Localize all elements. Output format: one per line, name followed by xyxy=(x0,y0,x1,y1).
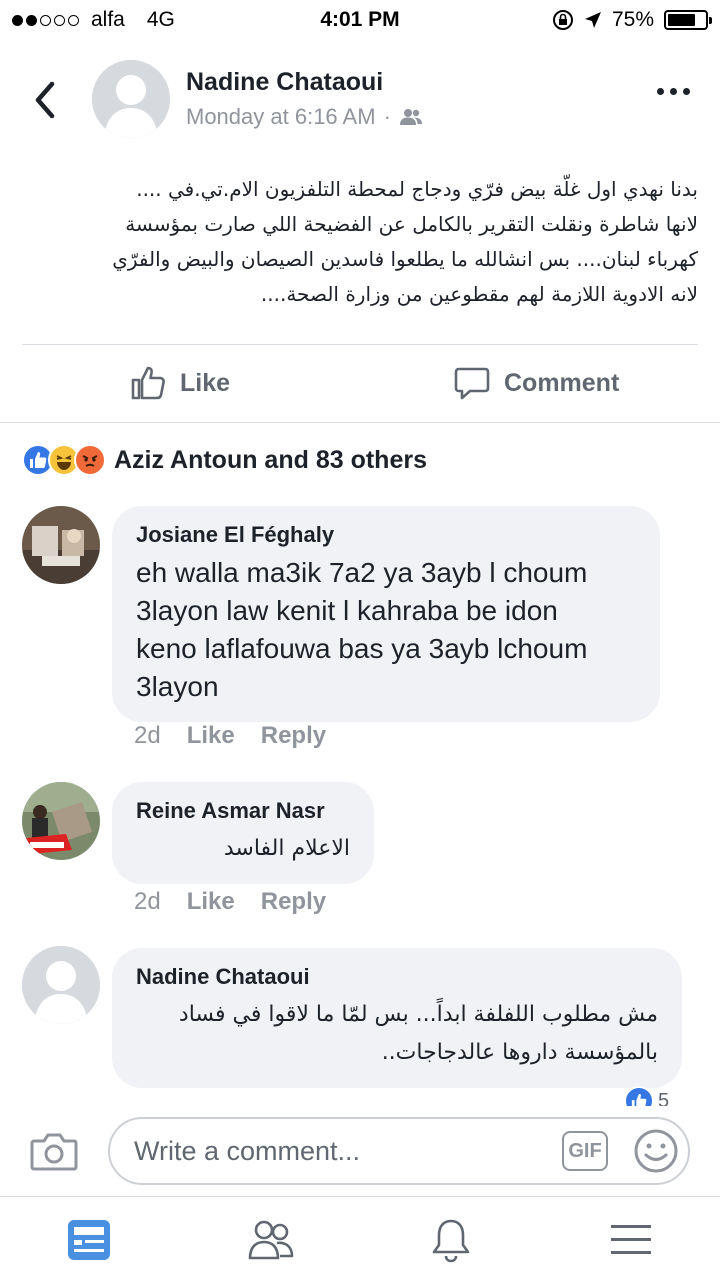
comment-line: 3layon law kenit l kahraba be idon xyxy=(136,595,558,626)
reactions-summary[interactable]: Aziz Antoun and 83 others xyxy=(22,444,427,476)
reactions-text: Aziz Antoun and 83 others xyxy=(114,445,427,474)
comment-line: بالمؤسسة داروها عالدجاجات.. xyxy=(381,1040,658,1065)
comment-bubble[interactable]: Nadine Chataoui مش مطلوب اللفلفة ابداً..… xyxy=(112,948,682,1088)
battery-percent: 75% xyxy=(611,8,654,31)
like-label: Like xyxy=(180,368,231,397)
orientation-lock-icon xyxy=(552,10,573,30)
commenter-avatar[interactable] xyxy=(22,946,100,1024)
default-avatar-icon xyxy=(92,60,170,138)
camera-icon[interactable] xyxy=(30,1132,78,1172)
comment-label: Comment xyxy=(504,368,620,397)
tab-news-feed[interactable] xyxy=(64,1215,114,1265)
commenter-name[interactable]: Josiane El Féghaly xyxy=(136,522,636,548)
tab-notifications[interactable] xyxy=(426,1215,476,1265)
author-avatar[interactable] xyxy=(92,60,170,138)
gif-button[interactable]: GIF xyxy=(562,1131,608,1171)
post-header: Nadine Chataoui Monday at 6:16 AM · xyxy=(0,60,720,140)
comment-input-wrapper: GIF xyxy=(108,1117,690,1185)
comment-input[interactable] xyxy=(134,1133,554,1169)
comment-meta: 2d Like Reply xyxy=(134,888,326,916)
thumbs-up-icon xyxy=(131,366,165,400)
divider xyxy=(0,422,720,423)
more-options-icon[interactable] xyxy=(657,88,690,95)
sticker-icon[interactable] xyxy=(632,1127,680,1175)
comment-text: الاعلام الفاسد xyxy=(136,830,350,868)
status-bar: alfa 4G 4:01 PM 75% xyxy=(0,0,720,40)
comment-reply-link[interactable]: Reply xyxy=(261,888,326,916)
post-actions: Like Comment xyxy=(0,345,720,423)
commenter-avatar[interactable] xyxy=(22,506,100,584)
post-line: لانه الادوية اللازمة لهم مقطوعين من وزار… xyxy=(260,282,698,306)
comment-line: eh walla ma3ik 7a2 ya 3ayb l choum xyxy=(136,557,588,588)
profile-photo xyxy=(22,506,100,584)
profile-photo xyxy=(22,782,100,860)
comment-bubble[interactable]: Reine Asmar Nasr الاعلام الفاسد xyxy=(112,782,374,884)
back-arrow-icon[interactable] xyxy=(28,78,62,122)
comment-text: مش مطلوب اللفلفة ابداً... بس لمّا ما لاق… xyxy=(136,996,658,1072)
comment-line: 3layon xyxy=(136,671,219,702)
news-feed-icon xyxy=(68,1220,110,1260)
post-meta: Monday at 6:16 AM · xyxy=(186,104,423,130)
comment-like-link[interactable]: Like xyxy=(187,888,235,916)
post-line: لانها شاطرة ونقلت التقرير بالكامل عن الف… xyxy=(125,212,698,236)
status-right: 75% xyxy=(552,8,712,32)
tab-friends[interactable] xyxy=(246,1215,296,1265)
post-line: بدنا نهدي اول غلّة بيض فرّي ودجاج لمحطة … xyxy=(136,177,698,201)
post-author-name[interactable]: Nadine Chataoui xyxy=(186,68,383,97)
friends-tab-icon xyxy=(248,1220,294,1260)
comment-reply-link[interactable]: Reply xyxy=(261,722,326,750)
location-arrow-icon xyxy=(584,12,601,28)
post-line: كهرباء لبنان.... بس انشالله ما يطلعوا فا… xyxy=(112,247,698,271)
meta-separator: · xyxy=(383,104,391,129)
bottom-tab-bar xyxy=(0,1197,720,1280)
like-button[interactable]: Like xyxy=(130,365,230,401)
menu-icon xyxy=(611,1225,651,1254)
comment-text: eh walla ma3ik 7a2 ya 3ayb l choum 3layo… xyxy=(136,554,636,706)
commenter-avatar[interactable] xyxy=(22,782,100,860)
tab-menu[interactable] xyxy=(606,1215,656,1265)
comment-line: keno laflafouwa bas ya 3ayb lchoum xyxy=(136,633,588,664)
comment-composer: GIF xyxy=(0,1106,720,1196)
comment-time: 2d xyxy=(134,888,161,915)
comment-bubble[interactable]: Josiane El Féghaly eh walla ma3ik 7a2 ya… xyxy=(112,506,660,722)
friends-icon xyxy=(399,109,422,125)
notifications-icon xyxy=(432,1219,470,1263)
comment-meta: 2d Like Reply xyxy=(134,722,326,750)
comment-button[interactable]: Comment xyxy=(454,365,619,401)
commenter-name[interactable]: Nadine Chataoui xyxy=(136,964,658,990)
comment-time: 2d xyxy=(134,722,161,749)
commenter-name[interactable]: Reine Asmar Nasr xyxy=(136,798,350,824)
post-body: بدنا نهدي اول غلّة بيض فرّي ودجاج لمحطة … xyxy=(22,172,698,312)
angry-reaction-icon xyxy=(74,444,106,476)
comment-line: الاعلام الفاسد xyxy=(223,836,350,861)
default-avatar-icon xyxy=(22,946,100,1024)
battery-icon xyxy=(664,10,712,30)
comment-bubble-icon xyxy=(454,367,490,400)
comment-line: مش مطلوب اللفلفة ابداً... بس لمّا ما لاق… xyxy=(178,1002,658,1027)
comment-like-link[interactable]: Like xyxy=(187,722,235,750)
post-timestamp[interactable]: Monday at 6:16 AM xyxy=(186,104,376,130)
